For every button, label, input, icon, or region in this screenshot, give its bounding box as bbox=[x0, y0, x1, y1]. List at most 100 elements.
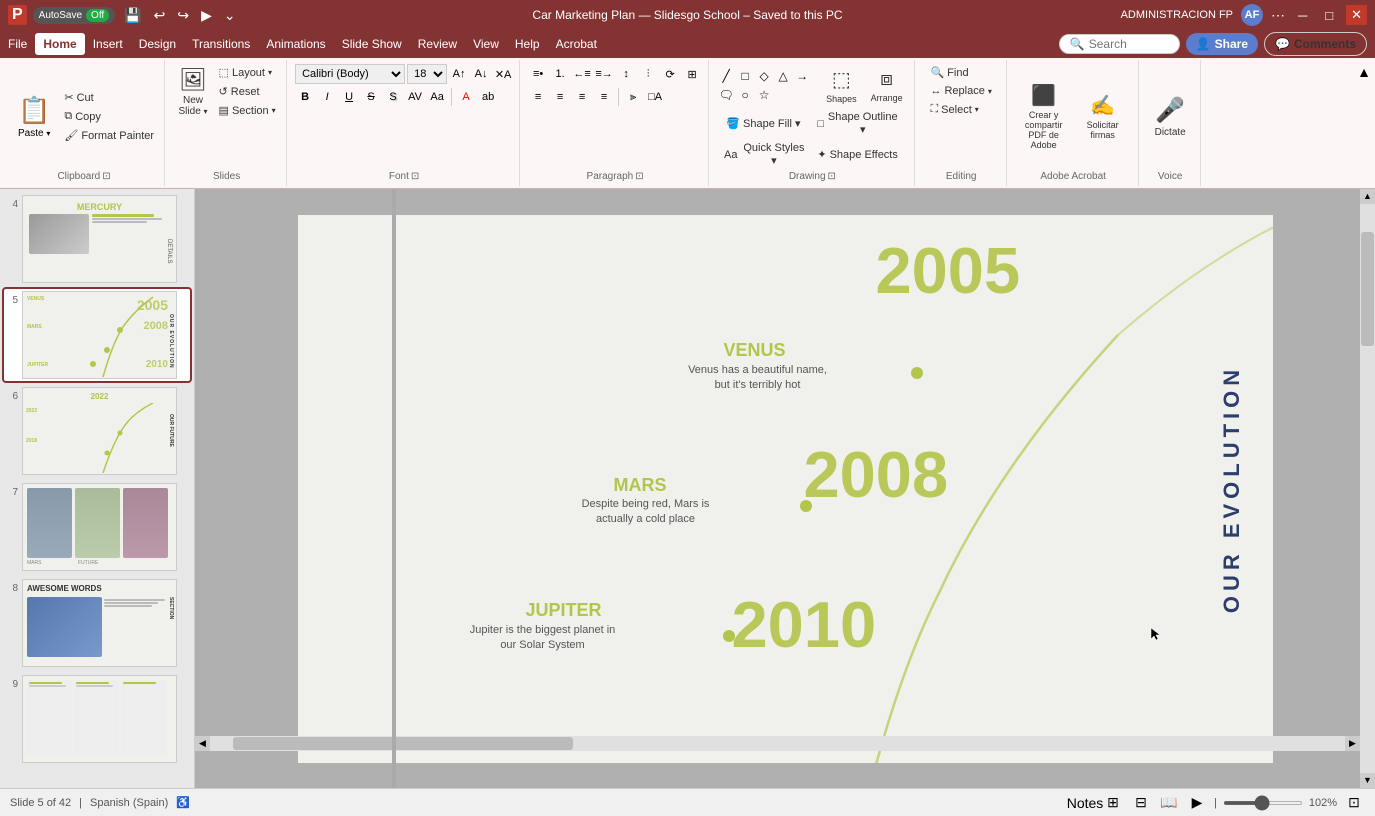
copy-button[interactable]: ⧉ Copy bbox=[60, 108, 158, 125]
justify-btn[interactable]: ≡ bbox=[594, 87, 614, 107]
arrange-button[interactable]: ⧈ Arrange bbox=[866, 65, 908, 106]
underline-button[interactable]: U bbox=[339, 87, 359, 107]
shapes-button[interactable]: ⬚ Shapes bbox=[821, 64, 862, 107]
section-button[interactable]: ▤ Section ▾ bbox=[215, 102, 280, 119]
font-size-increase-btn[interactable]: A↑ bbox=[449, 64, 469, 84]
increase-indent-btn[interactable]: ≡→ bbox=[594, 64, 614, 84]
save-quick-btn[interactable]: 💾 bbox=[121, 5, 144, 26]
font-color-btn[interactable]: A bbox=[456, 87, 476, 107]
ribbon-collapse-btn[interactable]: ▲ bbox=[1357, 64, 1371, 80]
shape-circle[interactable]: ○ bbox=[736, 86, 754, 104]
normal-view-btn[interactable]: ⊞ bbox=[1102, 792, 1124, 814]
create-pdf-button[interactable]: ⬛ Crear y compartir PDF de Adobe bbox=[1016, 80, 1071, 153]
share-button[interactable]: 👤 Share bbox=[1186, 33, 1258, 55]
menu-design[interactable]: Design bbox=[131, 33, 184, 55]
find-button[interactable]: 🔍 Find bbox=[926, 64, 995, 81]
search-bar[interactable]: 🔍 bbox=[1059, 34, 1180, 54]
new-slide-button[interactable]: 🖼 NewSlide ▾ bbox=[174, 64, 213, 120]
autosave-toggle[interactable]: Off bbox=[86, 9, 109, 22]
maximize-btn[interactable]: □ bbox=[1320, 6, 1338, 25]
italic-button[interactable]: I bbox=[317, 87, 337, 107]
fit-slide-btn[interactable]: ⊡ bbox=[1343, 792, 1365, 814]
layout-button[interactable]: ⬚ Layout ▾ bbox=[215, 64, 280, 81]
paste-button[interactable]: 📋 Paste ▾ bbox=[10, 91, 58, 143]
menu-animations[interactable]: Animations bbox=[258, 33, 333, 55]
font-name-select[interactable]: Calibri (Body) bbox=[295, 64, 405, 84]
align-right-btn[interactable]: ≡ bbox=[572, 87, 592, 107]
slide-thumb-8[interactable]: 8 AWESOME WORDS SECTION bbox=[4, 577, 190, 669]
menu-review[interactable]: Review bbox=[410, 33, 465, 55]
clear-format-btn[interactable]: ✕A bbox=[493, 64, 513, 84]
font-size-decrease-btn[interactable]: A↓ bbox=[471, 64, 491, 84]
present-btn[interactable]: ▶ bbox=[198, 5, 215, 26]
slide-thumb-4[interactable]: 4 MERCURY DETAILS bbox=[4, 193, 190, 285]
slide-thumb-5[interactable]: 5 2005 2008 2010 VENUS MARS JUPITER OUR bbox=[4, 289, 190, 381]
char-spacing-btn[interactable]: AV bbox=[405, 87, 425, 107]
ribbon-toggle-btn[interactable]: ⋯ bbox=[1271, 7, 1285, 24]
slide-sorter-btn[interactable]: ⊟ bbox=[1130, 792, 1152, 814]
quick-styles-btn[interactable]: Aa Quick Styles ▾ bbox=[720, 140, 811, 169]
shape-fill-btn[interactable]: 🪣 Shape Fill ▾ bbox=[722, 109, 811, 138]
slide-panel[interactable]: 4 MERCURY DETAILS 5 bbox=[0, 189, 195, 788]
replace-button[interactable]: ↔ Replace ▾ bbox=[926, 83, 995, 99]
reading-view-btn[interactable]: 📖 bbox=[1158, 792, 1180, 814]
clipboard-expand-icon[interactable]: ⊡ bbox=[102, 171, 110, 182]
slide-thumb-7[interactable]: 7 MARS FUTURE bbox=[4, 481, 190, 573]
paragraph-expand-icon[interactable]: ⊡ bbox=[635, 171, 643, 182]
slide-thumb-6[interactable]: 6 2022 OUR FUTURE 2022 2018 bbox=[4, 385, 190, 477]
menu-home[interactable]: Home bbox=[35, 33, 84, 55]
minimize-btn[interactable]: ─ bbox=[1293, 6, 1312, 25]
change-case-btn[interactable]: Aa bbox=[427, 87, 447, 107]
redo-btn[interactable]: ↪ bbox=[174, 5, 192, 26]
line-spacing-btn[interactable]: ↕ bbox=[616, 64, 636, 84]
reset-button[interactable]: ↺ Reset bbox=[215, 83, 280, 100]
comments-button[interactable]: 💬 Comments bbox=[1264, 32, 1367, 56]
canvas-area[interactable]: 2005 VENUS Venus has a beautiful name,bu… bbox=[195, 189, 1375, 788]
text-shadow-button[interactable]: S bbox=[383, 87, 403, 107]
shape-arrow[interactable]: → bbox=[793, 67, 811, 85]
shape-callout[interactable]: 🗨 bbox=[717, 86, 735, 104]
shape-rect[interactable]: □ bbox=[736, 67, 754, 85]
dictate-button[interactable]: 🎤 Dictate bbox=[1150, 93, 1191, 141]
strikethrough-button[interactable]: S bbox=[361, 87, 381, 107]
align-left-btn[interactable]: ≡ bbox=[528, 87, 548, 107]
align-center-btn[interactable]: ≡ bbox=[550, 87, 570, 107]
scroll-left-btn[interactable]: ◀ bbox=[195, 736, 210, 751]
bullets-btn[interactable]: ≡• bbox=[528, 64, 548, 84]
menu-transitions[interactable]: Transitions bbox=[184, 33, 258, 55]
col-format-btn[interactable]: ⫸ bbox=[623, 87, 643, 107]
cut-button[interactable]: ✂ Cut bbox=[60, 89, 158, 106]
scroll-right-btn[interactable]: ▶ bbox=[1345, 736, 1360, 751]
select-button[interactable]: ⛶ Select ▾ bbox=[926, 101, 995, 118]
format-painter-button[interactable]: 🖌 Format Painter bbox=[60, 127, 158, 144]
customize-qa-btn[interactable]: ⌄ bbox=[221, 5, 239, 26]
slideshow-view-btn[interactable]: ▶ bbox=[1186, 792, 1208, 814]
vertical-scrollbar[interactable]: ▲ ▼ bbox=[1360, 189, 1375, 788]
zoom-slider[interactable] bbox=[1223, 801, 1303, 805]
text-highlight-btn[interactable]: ab bbox=[478, 87, 498, 107]
scroll-thumb[interactable] bbox=[1361, 232, 1374, 346]
shape-star[interactable]: ☆ bbox=[755, 86, 773, 104]
decrease-indent-btn[interactable]: ←≡ bbox=[572, 64, 592, 84]
horizontal-scrollbar[interactable]: ◀ ▶ bbox=[195, 736, 1360, 751]
close-btn[interactable]: ✕ bbox=[1346, 5, 1367, 25]
shape-line[interactable]: ╱ bbox=[717, 67, 735, 85]
search-input[interactable] bbox=[1089, 37, 1169, 51]
drawing-expand-icon[interactable]: ⊡ bbox=[828, 171, 836, 182]
shape-outline-btn[interactable]: □ Shape Outline ▾ bbox=[813, 109, 902, 138]
scroll-up-btn[interactable]: ▲ bbox=[1360, 189, 1375, 204]
bold-button[interactable]: B bbox=[295, 87, 315, 107]
menu-insert[interactable]: Insert bbox=[85, 33, 131, 55]
menu-file[interactable]: File bbox=[0, 33, 35, 55]
scroll-down-btn[interactable]: ▼ bbox=[1360, 773, 1375, 788]
font-size-select[interactable]: 18 bbox=[407, 64, 447, 84]
request-sign-button[interactable]: ✍ Solicitar firmas bbox=[1075, 90, 1130, 143]
menu-view[interactable]: View bbox=[465, 33, 507, 55]
columns-btn[interactable]: ⫶ bbox=[638, 64, 658, 84]
text-box-btn[interactable]: □A bbox=[645, 87, 665, 107]
shape-triangle[interactable]: △ bbox=[774, 67, 792, 85]
undo-btn[interactable]: ↩ bbox=[151, 5, 169, 26]
convert-to-smartart-btn[interactable]: ⊞ bbox=[682, 64, 702, 84]
numbering-btn[interactable]: 1. bbox=[550, 64, 570, 84]
shape-diamond[interactable]: ◇ bbox=[755, 67, 773, 85]
